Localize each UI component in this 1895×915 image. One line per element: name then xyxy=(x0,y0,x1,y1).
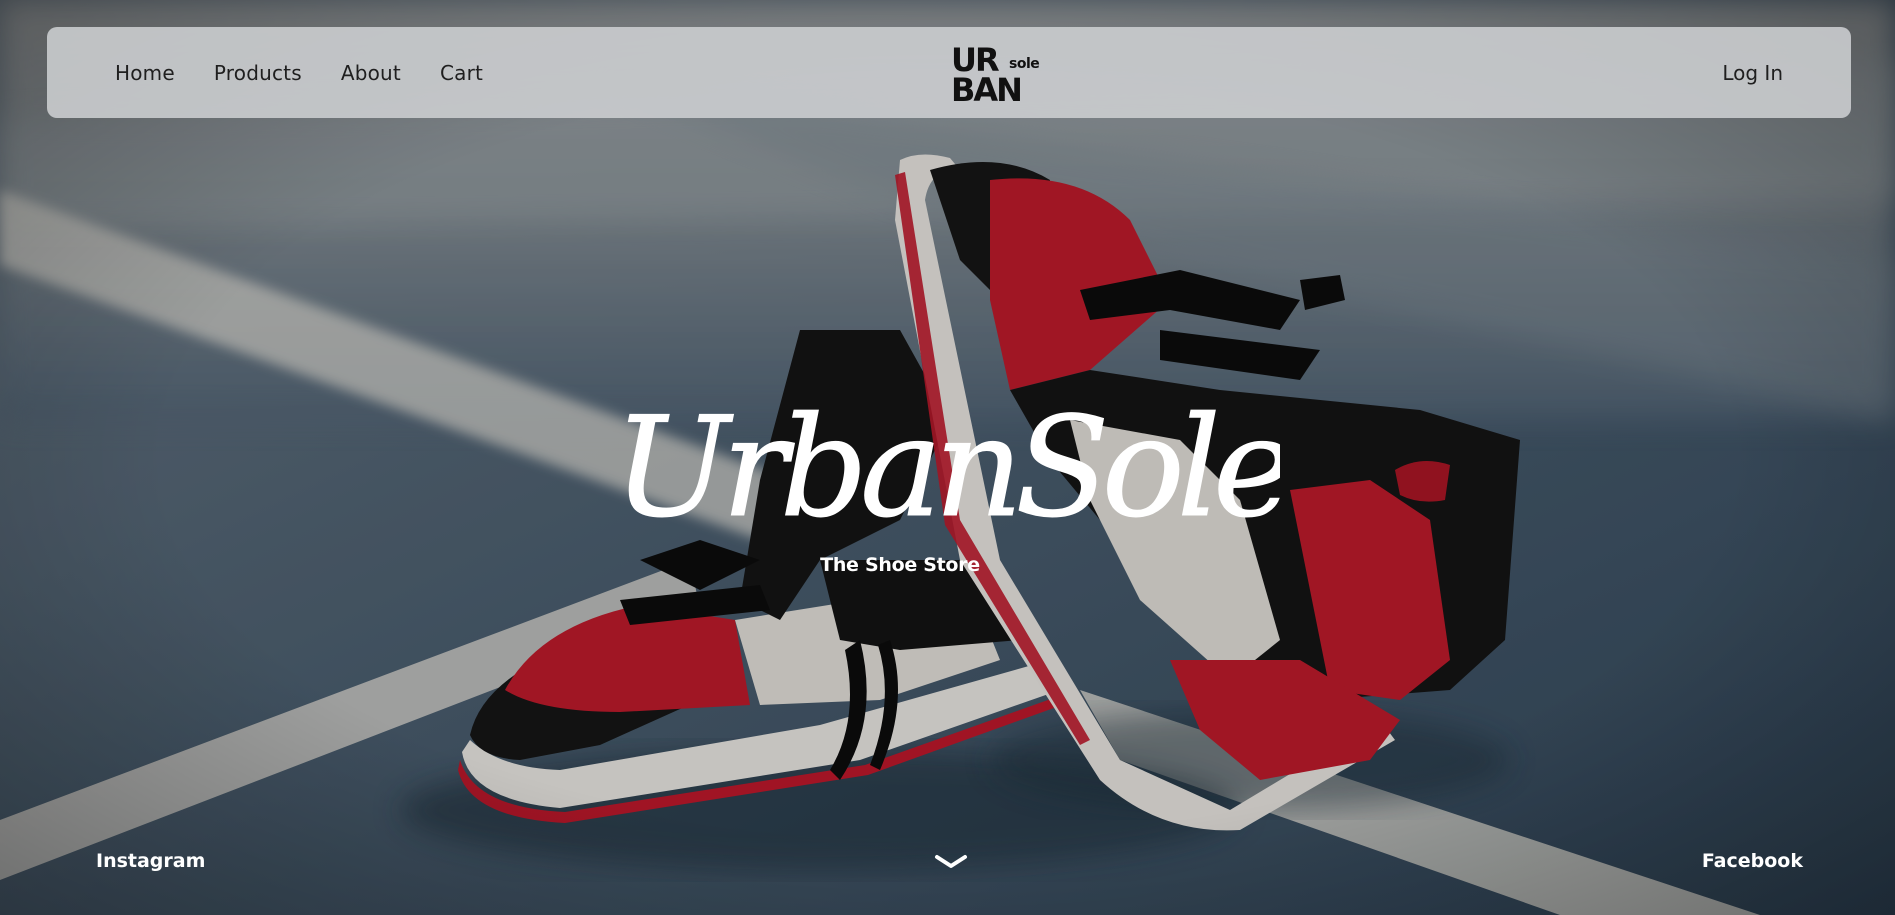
nav-link-cart[interactable]: Cart xyxy=(440,61,483,85)
nav-link-products[interactable]: Products xyxy=(214,61,302,85)
chevron-down-icon[interactable] xyxy=(934,853,968,871)
top-navbar: Home Products About Cart UR sole BAN Log… xyxy=(47,27,1851,118)
brand-title-text: UrbanSole xyxy=(620,387,1280,548)
nav-link-about[interactable]: About xyxy=(341,61,401,85)
logo-small: sole xyxy=(1009,56,1039,72)
instagram-link[interactable]: Instagram xyxy=(96,850,205,872)
facebook-link[interactable]: Facebook xyxy=(1702,850,1803,872)
nav-links: Home Products About Cart xyxy=(115,61,483,85)
login-link[interactable]: Log In xyxy=(1722,61,1783,85)
nav-link-home[interactable]: Home xyxy=(115,61,175,85)
urbansole-logo[interactable]: UR sole BAN xyxy=(951,43,1041,103)
hero-section: Home Products About Cart UR sole BAN Log… xyxy=(0,0,1895,915)
hero-tagline: The Shoe Store xyxy=(820,554,980,576)
logo-line2: BAN xyxy=(951,71,1021,103)
